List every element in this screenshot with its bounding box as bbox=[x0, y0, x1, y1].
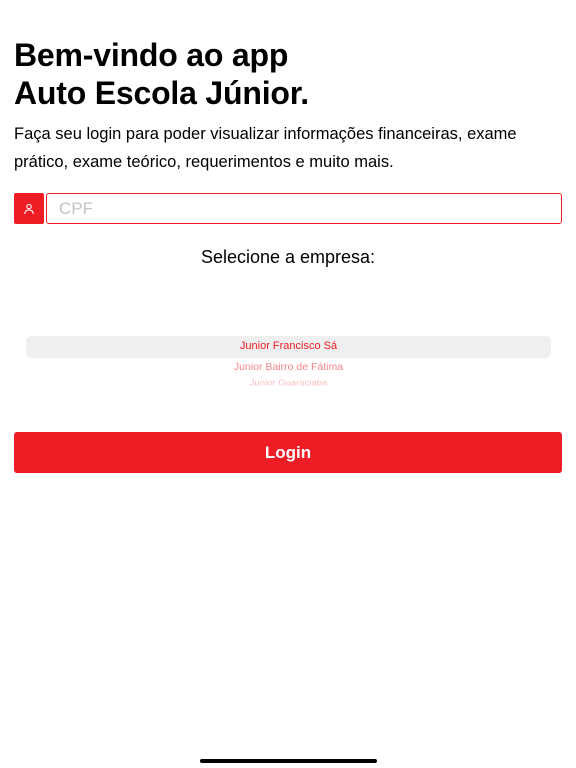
cpf-icon-box bbox=[14, 193, 44, 224]
login-button[interactable]: Login bbox=[14, 432, 562, 473]
cpf-input[interactable] bbox=[46, 193, 562, 224]
title-line-2: Auto Escola Júnior. bbox=[14, 75, 309, 111]
title-line-1: Bem-vindo ao app bbox=[14, 37, 289, 73]
page-title: Bem-vindo ao app Auto Escola Júnior. bbox=[14, 36, 309, 112]
picker-option-selected[interactable]: Junior Francisco Sá bbox=[26, 340, 551, 352]
home-indicator bbox=[200, 759, 377, 763]
login-button-label: Login bbox=[264, 442, 312, 462]
page-subtitle: Faça seu login para poder visualizar inf… bbox=[14, 125, 517, 171]
picker-option[interactable]: Junior Guaraciaba bbox=[26, 379, 551, 388]
picker-option[interactable]: Junior Bairro de Fátima bbox=[26, 361, 551, 373]
company-select-label: Selecione a empresa: bbox=[200, 247, 376, 267]
company-picker[interactable]: Junior Francisco Sá Junior Bairro de Fát… bbox=[26, 336, 551, 396]
user-icon bbox=[24, 203, 34, 214]
